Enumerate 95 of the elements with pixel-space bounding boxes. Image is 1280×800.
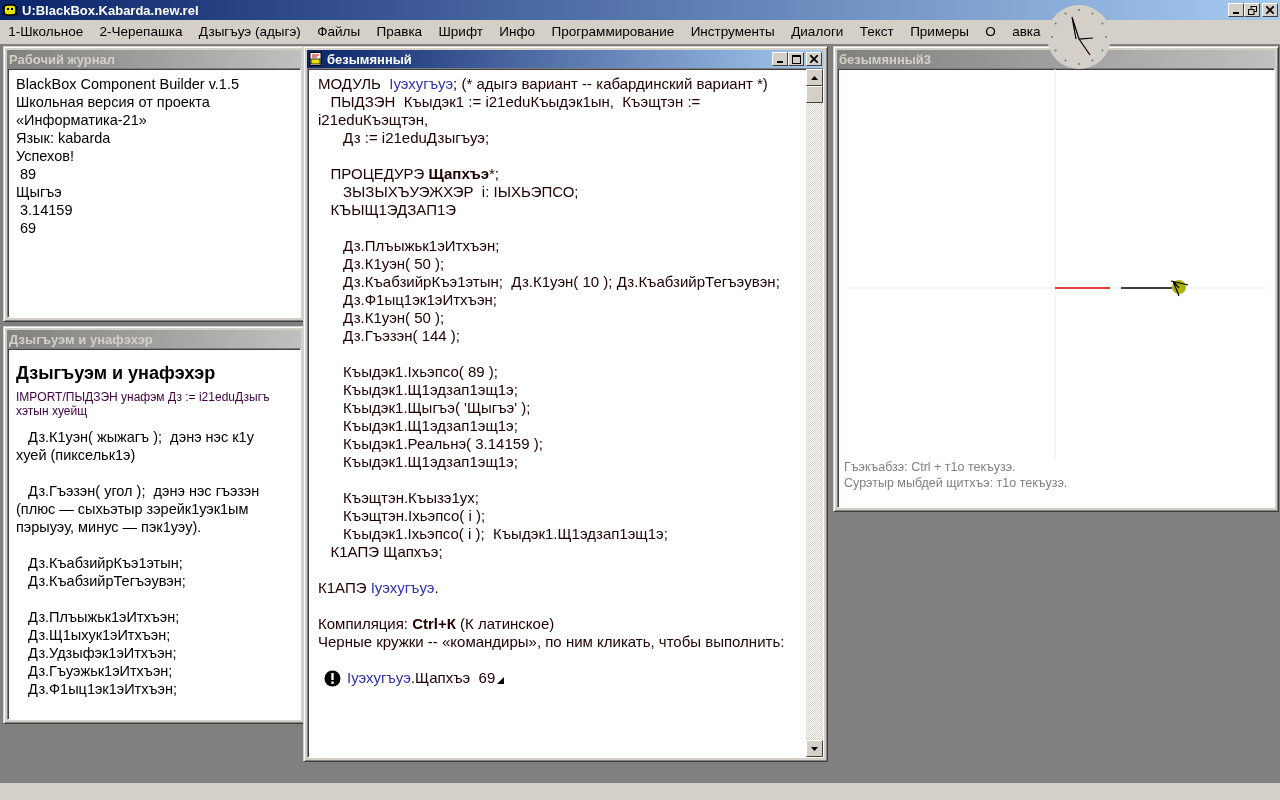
code-line: Дз.Гъэзэн( 144 );: [342, 327, 462, 345]
code-line: Дз.К1уэн( 50 );: [342, 309, 446, 327]
hint-text: Сурэтыр мыбдей щитхъэ: т1о текъузэ.: [844, 475, 1069, 491]
window-title: безымянный3: [839, 51, 932, 67]
window-title: безымянный: [327, 51, 412, 67]
window-title: Рабочий журнал: [9, 51, 116, 67]
menu-item[interactable]: авка: [1004, 22, 1049, 40]
document-heading: Дзыгъуэм и унафэхэр: [16, 363, 217, 384]
code-line: Къыдэк1.Iхьэпсо( 89 );: [342, 363, 499, 381]
code-line: Къыдэк1.Щ1эдзап1эщ1э;: [342, 417, 519, 435]
log-line: Язык: kabarda: [16, 129, 112, 147]
doc-line: Дз.Ф1ыц1эк1эИтхъэн;: [27, 680, 178, 698]
scroll-up-button[interactable]: [806, 69, 823, 86]
doc-line: пэрыуэу, минус — пэк1уэу).: [16, 518, 203, 536]
log-line: 3.14159: [19, 201, 74, 219]
log-line: Школьная версия от проекта: [16, 93, 211, 111]
menu-item[interactable]: Текст: [851, 22, 902, 40]
hint-text: Гъэкъабзэ: Ctrl + т1о текъузэ.: [844, 459, 1017, 475]
menu-item[interactable]: 1-Школьное: [0, 22, 92, 40]
code-line: ЗЫЗЫХЪУЭЖХЭР i: IЫХЬЭПСО;: [342, 183, 580, 201]
menu-item[interactable]: Дзыгъуэ (адыгэ): [190, 22, 310, 40]
log-line: Щыгъэ: [16, 183, 63, 201]
menu-item[interactable]: Шрифт: [430, 22, 492, 40]
code-line: Дз := i21eduДзыгъуэ;: [342, 129, 491, 147]
drawn-line: [1120, 287, 1173, 289]
menu-item[interactable]: 2-Черепашка: [91, 22, 191, 40]
turtle-icon: [1170, 280, 1189, 297]
doc-line: Дз.Щ1ыхук1эИтхъэн;: [27, 626, 172, 644]
doc-line: Дз.Удзыфэк1эИтхъэн;: [27, 644, 178, 662]
doc-line: Дз.КъабзийрКъэ1этын;: [27, 554, 184, 572]
document-icon: [309, 52, 323, 66]
minimize-button[interactable]: [772, 52, 788, 66]
code-line: Къыдэк1.Щыгъэ( 'Щыгъэ' );: [342, 399, 532, 417]
code-line: КЪЫЩ1ЭДЗАП1Э: [329, 201, 458, 219]
app-icon: [2, 3, 18, 17]
close-icon: [1266, 6, 1274, 14]
drawn-line: [1054, 287, 1111, 289]
code-line: Компиляция: Ctrl+К (К латинское): [318, 615, 556, 633]
close-button[interactable]: [1262, 3, 1278, 17]
code-line: Къыдэк1.Реальнэ( 3.14159 );: [342, 435, 544, 453]
code-line: Къыдэк1.Щ1эдзап1эщ1э;: [342, 381, 519, 399]
code-line: Къыдэк1.Iхьэпсо( i ); Къыдэк1.Щ1эдзап1эщ1э;: [342, 525, 669, 543]
doc-line: Дз.Гъэзэн( угол ); дэнэ нэс гъэзэн: [27, 482, 261, 500]
doc-line: Дз.Гъуэжьк1эИтхъэн;: [27, 662, 174, 680]
code-line: Дз.К1уэн( 50 );: [342, 255, 446, 273]
restore-button[interactable]: [1244, 3, 1260, 17]
doc-line: хуей (пиксельк1э): [16, 446, 137, 464]
code-line: ПЫДЗЭН Къыдэк1 := i21eduКъыдэк1ын, Къэщтэн := i21eduКъэщтэн,: [318, 93, 702, 129]
close-button[interactable]: [806, 52, 822, 66]
code-line: К1АПЭ Iуэхугъуэ.: [318, 579, 440, 597]
minimize-button[interactable]: [1228, 3, 1244, 17]
log-line: Успехов!: [16, 147, 75, 165]
code-line: Дз.Плъыжьк1эИтхъэн;: [342, 237, 501, 255]
log-line: «Информатика-21»: [16, 111, 148, 129]
menu-item[interactable]: Правка: [368, 22, 431, 40]
commander-icon[interactable]: [324, 669, 341, 687]
menu-item[interactable]: Примеры: [901, 22, 978, 40]
doc-line: (плюс — сыхьэтыр зэрейк1уэк1ым: [16, 500, 250, 518]
maximize-button[interactable]: [788, 52, 804, 66]
code-line: Черные кружки -- «командиры», по ним кликать, чтобы выполнить:: [318, 633, 786, 651]
doc-line: Дз.Плъыжьк1эИтхъэн;: [27, 608, 181, 626]
menu-item[interactable]: Программирование: [543, 22, 683, 40]
drawing-canvas[interactable]: Гъэкъабзэ: Ctrl + т1о текъузэ. Сурэтыр мыбдей щитхъэ: т1о текъузэ.: [837, 68, 1275, 508]
log-line: BlackBox Component Builder v.1.5: [16, 75, 240, 93]
command-text[interactable]: Iуэхугъуэ.Щапхъэ 69: [347, 669, 496, 687]
fold-marker-icon[interactable]: [497, 677, 505, 684]
code-line: Дз.КъабзийрКъэ1этын; Дз.К1уэн( 10 ); Дз.КъабзийрТегъэувэн;: [342, 273, 781, 291]
code-line: Къыдэк1.Щ1эдзап1эщ1э;: [342, 453, 519, 471]
code-line: Дз.Ф1ыц1эк1эИтхъэн;: [342, 291, 499, 309]
doc-line: Дз.К1уэн( жыжагъ ); дэнэ нэс к1у: [27, 428, 255, 446]
code-line: МОДУЛЬ Iуэхугъуэ; (* адыгэ вариант -- кабардинский вариант *): [318, 75, 769, 93]
menu-item[interactable]: О: [977, 22, 1004, 40]
scroll-thumb[interactable]: [806, 86, 823, 103]
log-line: 69: [19, 219, 38, 237]
menu-item[interactable]: Диалоги: [783, 22, 852, 40]
code-line: Къэщтэн.Къызэ1ух;: [342, 489, 481, 507]
maximize-icon: [791, 54, 801, 64]
menu-item[interactable]: Файлы: [309, 22, 369, 40]
code-line: Къэщтэн.Iхьэпсо( i );: [342, 507, 487, 525]
scroll-down-button[interactable]: [806, 740, 823, 757]
note-line: хэтын хуейщ: [16, 404, 89, 418]
up-arrow-icon: [811, 75, 818, 80]
menu-item[interactable]: Инфо: [491, 22, 544, 40]
close-icon: [810, 55, 818, 63]
log-line: 89: [19, 165, 38, 183]
scrollbar[interactable]: [806, 69, 823, 757]
menu-item[interactable]: Инструменты: [682, 22, 783, 40]
window-title: U:BlackBox.Kabarda.new.rel: [22, 2, 199, 18]
note-line: IMPORT/ПЫДЗЭН унафэм Дз := i21eduДзыгъ: [16, 390, 271, 404]
down-arrow-icon: [811, 746, 818, 751]
window-title: Дзыгъуэм и унафэхэр: [9, 331, 153, 347]
doc-line: Дз.КъабзийрТегъэувэн;: [27, 572, 187, 590]
code-line: К1АПЭ Щапхъэ;: [329, 543, 444, 561]
restore-icon: [1247, 5, 1257, 15]
code-line: ПРОЦЕДУРЭ Щапхъэ*;: [329, 165, 500, 183]
